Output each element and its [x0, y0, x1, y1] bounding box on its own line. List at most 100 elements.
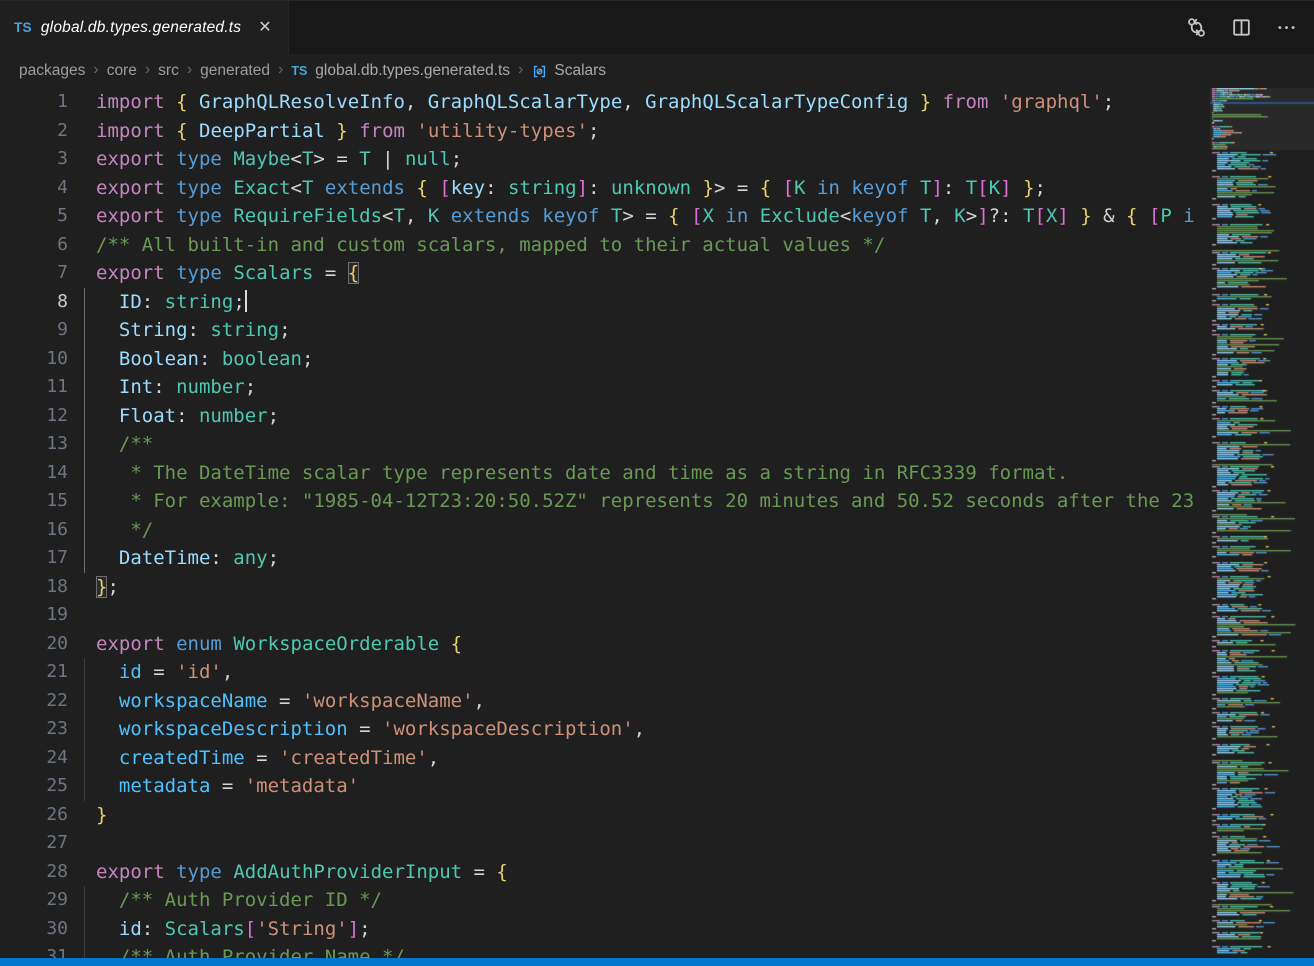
line-number[interactable]: 3	[0, 145, 68, 174]
breadcrumb-item-src[interactable]: src	[158, 62, 179, 80]
line-number[interactable]: 16	[0, 516, 68, 545]
code-line[interactable]: 28export type AddAuthProviderInput = {	[0, 858, 1206, 887]
line-number[interactable]: 5	[0, 202, 68, 231]
code-line[interactable]: 29 /** Auth Provider ID */	[0, 886, 1206, 915]
line-content: metadata = 'metadata'	[96, 772, 359, 801]
code-line[interactable]: 6/** All built-in and custom scalars, ma…	[0, 231, 1206, 260]
code-line[interactable]: 24 createdTime = 'createdTime',	[0, 744, 1206, 773]
line-number[interactable]: 14	[0, 459, 68, 488]
line-number[interactable]: 18	[0, 573, 68, 602]
tab-bar: TS global.db.types.generated.ts ✕	[0, 0, 1314, 54]
tab-close-icon[interactable]: ✕	[258, 20, 271, 36]
line-content: export enum WorkspaceOrderable {	[96, 630, 462, 659]
breadcrumb-item-file[interactable]: global.db.types.generated.ts	[315, 62, 510, 80]
line-number[interactable]: 30	[0, 915, 68, 944]
line-number[interactable]: 28	[0, 858, 68, 887]
code-line[interactable]: 18};	[0, 573, 1206, 602]
code-editor[interactable]: 1import { GraphQLResolveInfo, GraphQLSca…	[0, 88, 1206, 958]
breadcrumb-item-core[interactable]: core	[107, 62, 137, 80]
code-line[interactable]: 7export type Scalars = {	[0, 259, 1206, 288]
line-number[interactable]: 17	[0, 544, 68, 573]
code-line[interactable]: 13 /**	[0, 430, 1206, 459]
code-line[interactable]: 17 DateTime: any;	[0, 544, 1206, 573]
line-content: };	[96, 573, 119, 602]
code-line[interactable]: 11 Int: number;	[0, 373, 1206, 402]
line-number[interactable]: 15	[0, 487, 68, 516]
line-content: }	[96, 801, 107, 830]
line-content: Float: number;	[96, 402, 279, 431]
editor-actions	[1185, 1, 1314, 54]
split-editor-icon[interactable]	[1230, 16, 1253, 39]
code-line[interactable]: 12 Float: number;	[0, 402, 1206, 431]
code-line[interactable]: 21 id = 'id',	[0, 658, 1206, 687]
more-actions-icon[interactable]	[1275, 16, 1298, 39]
code-lines: 1import { GraphQLResolveInfo, GraphQLSca…	[0, 88, 1206, 958]
code-line[interactable]: 26}	[0, 801, 1206, 830]
code-line[interactable]: 23 workspaceDescription = 'workspaceDesc…	[0, 715, 1206, 744]
line-content: */	[96, 516, 153, 545]
line-number[interactable]: 4	[0, 174, 68, 203]
code-line[interactable]: 19	[0, 601, 1206, 630]
line-number[interactable]: 12	[0, 402, 68, 431]
typescript-file-icon: TS	[14, 20, 32, 35]
code-line[interactable]: 1import { GraphQLResolveInfo, GraphQLSca…	[0, 88, 1206, 117]
line-content: * For example: "1985-04-12T23:20:50.52Z"…	[96, 487, 1194, 516]
line-number[interactable]: 7	[0, 259, 68, 288]
line-number[interactable]: 13	[0, 430, 68, 459]
line-number[interactable]: 31	[0, 943, 68, 958]
line-number[interactable]: 27	[0, 829, 68, 858]
line-content: DateTime: any;	[96, 544, 279, 573]
line-number[interactable]: 2	[0, 117, 68, 146]
line-number[interactable]: 24	[0, 744, 68, 773]
code-line[interactable]: 8 ID: string;	[0, 288, 1206, 317]
line-content: /** Auth Provider ID */	[96, 886, 382, 915]
line-number[interactable]: 26	[0, 801, 68, 830]
breadcrumb: packages › core › src › generated › TS g…	[0, 54, 1314, 88]
line-content: * The DateTime scalar type represents da…	[96, 459, 1068, 488]
line-number[interactable]: 9	[0, 316, 68, 345]
line-number[interactable]: 11	[0, 373, 68, 402]
line-number[interactable]: 10	[0, 345, 68, 374]
breadcrumb-symbol-label: Scalars	[554, 62, 606, 80]
line-number[interactable]: 21	[0, 658, 68, 687]
line-number[interactable]: 19	[0, 601, 68, 630]
line-number[interactable]: 25	[0, 772, 68, 801]
code-line[interactable]: 9 String: string;	[0, 316, 1206, 345]
open-changes-icon[interactable]	[1185, 16, 1208, 39]
code-line[interactable]: 16 */	[0, 516, 1206, 545]
code-line[interactable]: 3export type Maybe<T> = T | null;	[0, 145, 1206, 174]
code-line[interactable]: 30 id: Scalars['String'];	[0, 915, 1206, 944]
line-content: export type Exact<T extends { [key: stri…	[96, 174, 1046, 203]
line-content: String: string;	[96, 316, 291, 345]
line-content: /**	[96, 430, 153, 459]
breadcrumb-item-symbol[interactable]: Scalars	[531, 62, 606, 80]
line-number[interactable]: 20	[0, 630, 68, 659]
line-number[interactable]: 8	[0, 288, 68, 317]
breadcrumb-item-generated[interactable]: generated	[200, 62, 270, 80]
line-content: Int: number;	[96, 373, 256, 402]
line-number[interactable]: 6	[0, 231, 68, 260]
code-line[interactable]: 5 export type RequireFields<T, K extends …	[0, 202, 1206, 231]
line-number[interactable]: 1	[0, 88, 68, 117]
line-content: workspaceName = 'workspaceName',	[96, 687, 485, 716]
line-content: workspaceDescription = 'workspaceDescrip…	[96, 715, 645, 744]
code-line[interactable]: 25 metadata = 'metadata'	[0, 772, 1206, 801]
breadcrumb-item-packages[interactable]: packages	[19, 62, 85, 80]
code-line[interactable]: 2import { DeepPartial } from 'utility-ty…	[0, 117, 1206, 146]
code-line[interactable]: 4 export type Exact<T extends { [key: str…	[0, 174, 1206, 203]
line-number[interactable]: 29	[0, 886, 68, 915]
line-content: export type RequireFields<T, K extends k…	[96, 202, 1195, 231]
code-line[interactable]: 27	[0, 829, 1206, 858]
symbol-type-icon	[531, 63, 548, 80]
tab-global-db-types[interactable]: TS global.db.types.generated.ts ✕	[0, 1, 289, 54]
code-line[interactable]: 14 * The DateTime scalar type represents…	[0, 459, 1206, 488]
tab-title: global.db.types.generated.ts	[41, 19, 241, 37]
code-line[interactable]: 10 Boolean: boolean;	[0, 345, 1206, 374]
code-line[interactable]: 15 * For example: "1985-04-12T23:20:50.5…	[0, 487, 1206, 516]
code-line[interactable]: 20 export enum WorkspaceOrderable {	[0, 630, 1206, 659]
code-line[interactable]: 31 /** Auth Provider Name */	[0, 943, 1206, 958]
minimap[interactable]	[1210, 88, 1314, 958]
line-number[interactable]: 22	[0, 687, 68, 716]
code-line[interactable]: 22 workspaceName = 'workspaceName',	[0, 687, 1206, 716]
line-number[interactable]: 23	[0, 715, 68, 744]
